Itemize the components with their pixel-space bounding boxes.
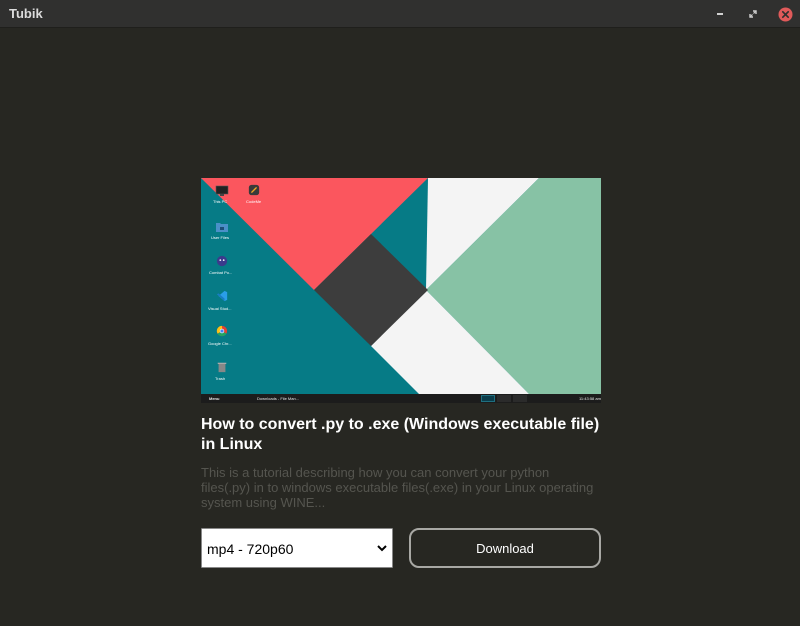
desktop-icon-label: This PC: [213, 199, 228, 204]
desktop-icon-label: Combat Po...: [209, 270, 233, 275]
vscode-icon: [216, 290, 228, 302]
minimize-icon: [717, 13, 723, 15]
format-select[interactable]: mp4 - 720p60: [201, 528, 393, 568]
maximize-button[interactable]: [745, 6, 761, 22]
download-button-label: Download: [476, 540, 534, 556]
video-thumbnail[interactable]: This PC CodeMe User Files Combat Po... V…: [201, 178, 601, 403]
close-button[interactable]: [777, 6, 793, 22]
trash-icon: [217, 362, 227, 373]
taskbar-workspace: [497, 395, 511, 402]
chevron-down-icon: [377, 545, 387, 552]
taskbar-workspace: [481, 395, 495, 402]
format-select-value: mp4 - 720p60: [207, 541, 294, 557]
folder-icon: [216, 223, 228, 232]
minimize-button[interactable]: [712, 6, 728, 22]
desktop-icon-label: Trash: [215, 376, 226, 381]
taskbar-workspace: [513, 395, 527, 402]
video-title: How to convert .py to .exe (Windows exec…: [201, 416, 600, 453]
desktop-icon-label: Google Chr...: [208, 341, 232, 346]
title-bar[interactable]: Tubik: [0, 0, 800, 28]
desktop-icon-label: Visual Stud...: [208, 306, 232, 311]
taskbar-clock: 11:43:58 am: [579, 396, 601, 401]
app-title: Tubik: [9, 6, 43, 21]
download-controls: mp4 - 720p60 Download: [201, 528, 601, 568]
taskbar-window-label: Downloads - File Man...: [257, 396, 300, 401]
thumbnail-wallpaper: [201, 178, 601, 403]
video-card: This PC CodeMe User Files Combat Po... V…: [201, 178, 601, 510]
app-icon: [248, 184, 260, 196]
desktop-taskbar: Menu Downloads - File Man... 11:43:58 am: [201, 394, 601, 403]
desktop-icon-label: User Files: [211, 235, 230, 240]
close-icon: [778, 7, 792, 21]
maximize-icon: [749, 10, 757, 18]
app-window: Tubik This PC CodeMe User Files Combat P…: [0, 0, 800, 626]
download-button[interactable]: Download: [409, 528, 601, 568]
desktop-icon-label: CodeMe: [246, 199, 262, 204]
chrome-icon: [216, 325, 228, 337]
game-icon: [216, 255, 228, 267]
taskbar-menu-label: Menu: [209, 396, 220, 401]
monitor-icon: [215, 185, 229, 196]
video-description: This is a tutorial describing how you ca…: [201, 465, 594, 510]
